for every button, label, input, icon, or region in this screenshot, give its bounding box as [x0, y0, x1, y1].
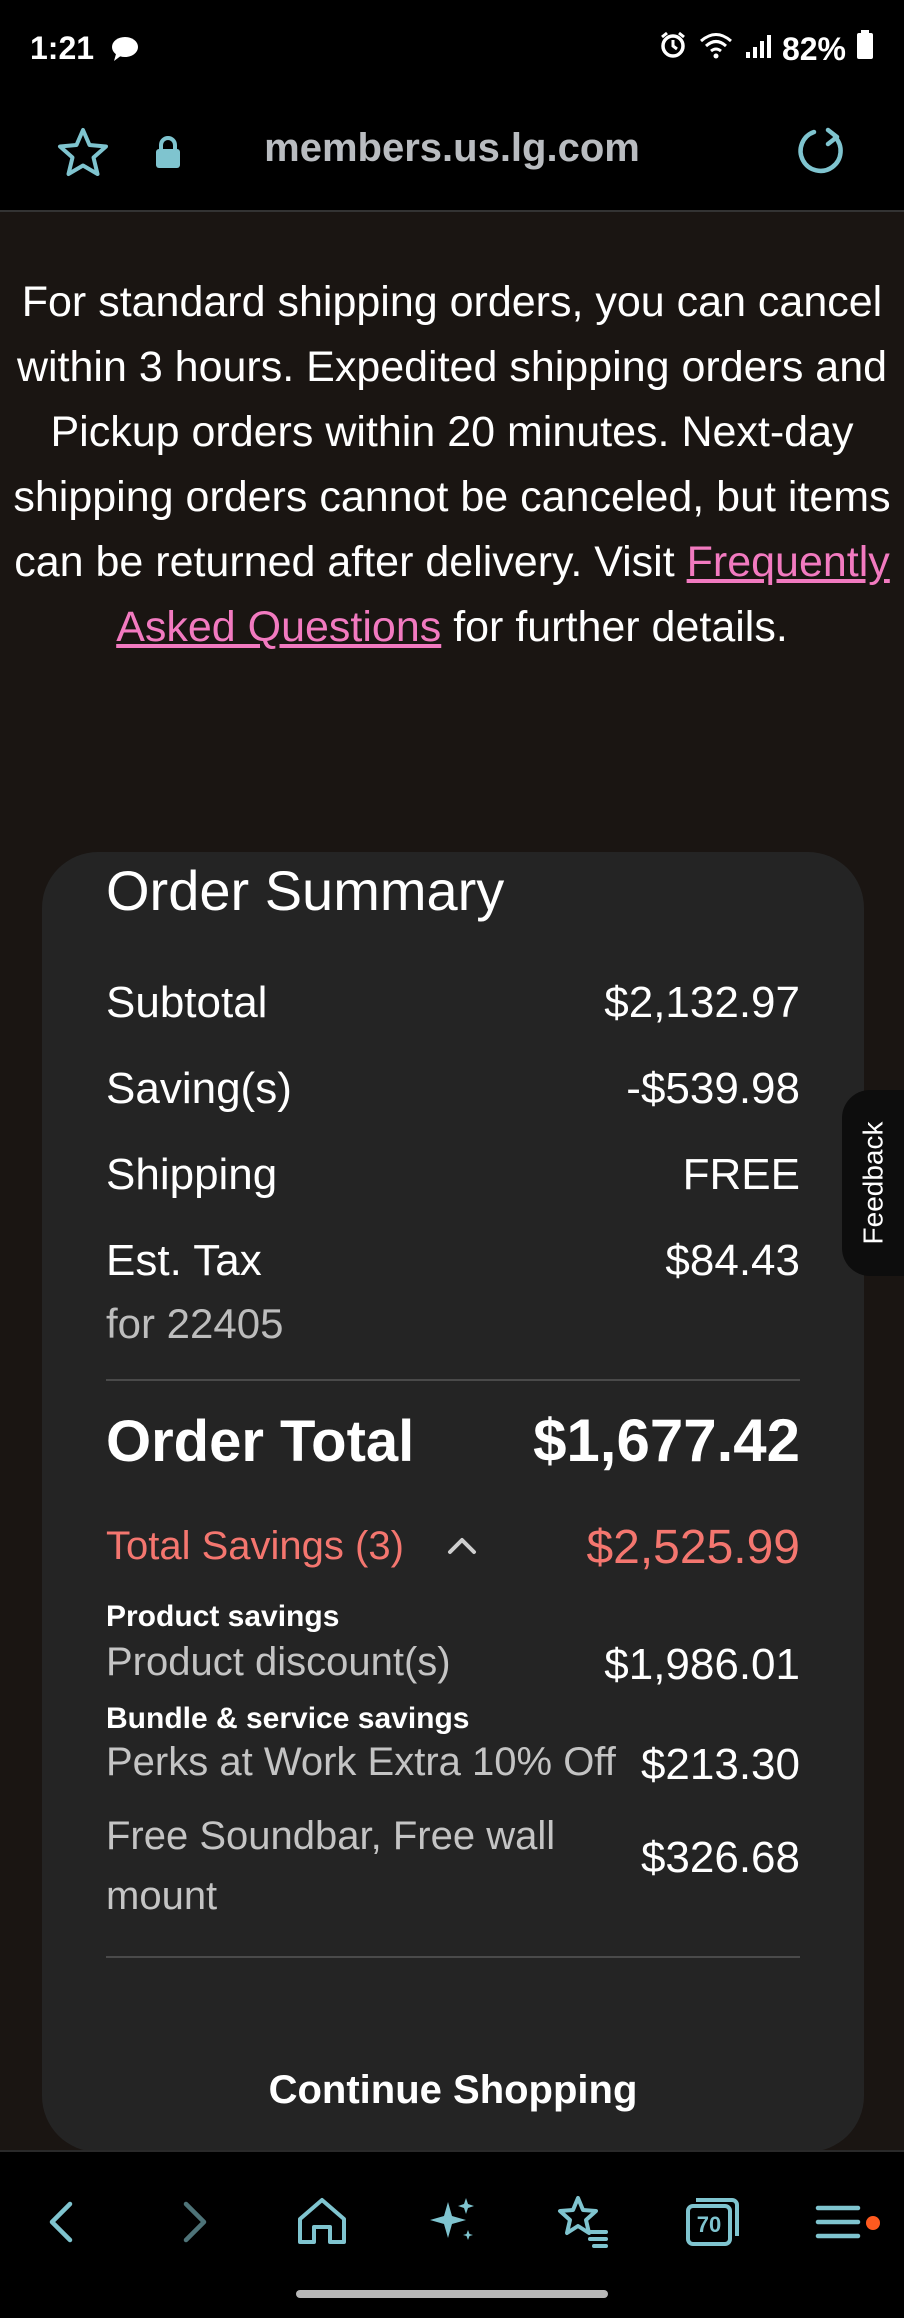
- alarm-icon: [658, 30, 688, 68]
- tab-count: 70: [696, 2212, 722, 2237]
- subtotal-value: $2,132.97: [604, 978, 800, 1027]
- continue-shopping-button[interactable]: Continue Shopping: [106, 2050, 800, 2130]
- soundbar-label: Free Soundbar, Free wall mount: [106, 1814, 556, 1918]
- status-time: 1:21: [30, 30, 95, 66]
- tabs-icon[interactable]: 70: [682, 2192, 742, 2252]
- tax-label: Est. Tax: [106, 1236, 262, 1285]
- perks-label: Perks at Work Extra 10% Off: [106, 1740, 616, 1784]
- forward-icon[interactable]: [164, 2192, 224, 2252]
- perks-value: $213.30: [640, 1740, 800, 1789]
- product-discount-label: Product discount(s): [106, 1640, 451, 1684]
- wifi-icon: [698, 30, 734, 68]
- url-text[interactable]: members.us.lg.com: [0, 126, 904, 171]
- shipping-value: FREE: [682, 1150, 800, 1199]
- tax-zip: for 22405: [106, 1300, 284, 1347]
- total-savings-toggle[interactable]: Total Savings (3): [106, 1524, 404, 1569]
- order-summary-title: Order Summary: [106, 859, 505, 922]
- product-discount-value: $1,986.01: [604, 1640, 800, 1689]
- menu-icon[interactable]: [808, 2192, 868, 2252]
- savings-value: -$539.98: [626, 1064, 800, 1113]
- home-indicator: [296, 2290, 608, 2298]
- browser-url-bar: members.us.lg.com: [0, 100, 904, 212]
- savings-label: Saving(s): [106, 1064, 292, 1113]
- divider: [106, 1956, 800, 1958]
- subtotal-label: Subtotal: [106, 978, 268, 1027]
- battery-icon: [856, 30, 874, 68]
- notice-text-end: for further details.: [441, 603, 788, 651]
- sparkle-icon[interactable]: [422, 2192, 482, 2252]
- status-bar: 1:21 82%: [0, 0, 904, 100]
- total-savings-value: $2,525.99: [586, 1521, 800, 1574]
- signal-icon: [744, 31, 772, 68]
- chevron-up-icon[interactable]: [446, 1534, 478, 1561]
- home-icon[interactable]: [292, 2192, 352, 2252]
- order-total-value: $1,677.42: [533, 1407, 800, 1474]
- soundbar-value: $326.68: [640, 1833, 800, 1882]
- order-total-label: Order Total: [106, 1409, 415, 1474]
- feedback-tab[interactable]: Feedback: [842, 1090, 904, 1276]
- cancellation-notice: For standard shipping orders, you can ca…: [0, 270, 904, 660]
- bookmarks-icon[interactable]: [552, 2192, 612, 2252]
- tax-value: $84.43: [665, 1236, 800, 1285]
- divider: [106, 1379, 800, 1381]
- feedback-label: Feedback: [857, 1121, 888, 1245]
- back-icon[interactable]: [32, 2192, 92, 2252]
- product-savings-heading: Product savings: [106, 1600, 340, 1633]
- battery-percent: 82%: [781, 30, 846, 67]
- reload-icon[interactable]: [790, 122, 850, 187]
- status-right: 82%: [658, 30, 874, 68]
- bundle-savings-heading: Bundle & service savings: [106, 1702, 470, 1735]
- chat-bubble-icon: [110, 36, 140, 67]
- notification-dot: [866, 2216, 880, 2230]
- shipping-label: Shipping: [106, 1150, 278, 1199]
